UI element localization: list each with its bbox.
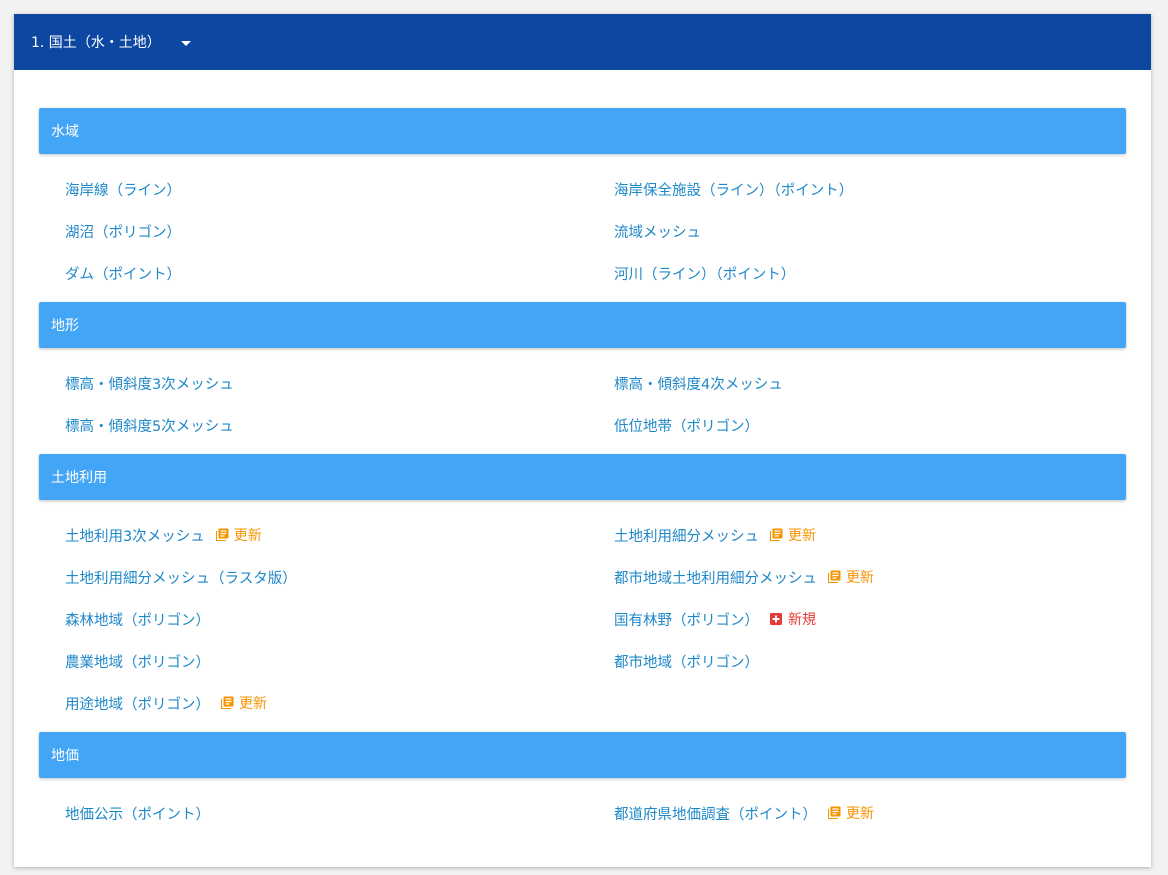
dataset-item: 都道府県地価調査（ポイント） 更新 xyxy=(614,792,1126,834)
dataset-item: 湖沼（ポリゴン） xyxy=(65,210,614,252)
update-badge: 更新 xyxy=(769,525,816,545)
dataset-link[interactable]: 流域メッシュ xyxy=(614,221,701,242)
plus-box-icon xyxy=(770,613,782,625)
dataset-item: 低位地帯（ポリゴン） xyxy=(614,404,1126,446)
category-dropdown[interactable]: 1. 国土（水・土地） xyxy=(14,14,1151,70)
dataset-item: 標高・傾斜度5次メッシュ xyxy=(65,404,614,446)
library-books-icon xyxy=(828,806,841,819)
caret-down-icon[interactable] xyxy=(180,40,191,46)
badge-label: 更新 xyxy=(846,806,874,822)
badge-label: 更新 xyxy=(846,570,874,586)
dataset-link[interactable]: 低位地帯（ポリゴン） xyxy=(614,415,759,436)
dataset-item: 海岸保全施設（ライン）（ポイント） xyxy=(614,168,1126,210)
dataset-item: 河川（ライン）（ポイント） xyxy=(614,252,1126,294)
dataset-item: 海岸線（ライン） xyxy=(65,168,614,210)
library-books-icon xyxy=(828,570,841,583)
dataset-link[interactable]: 用途地域（ポリゴン） xyxy=(65,693,210,714)
dataset-item: 国有林野（ポリゴン） 新規 xyxy=(614,598,1126,640)
dataset-link[interactable]: 海岸線（ライン） xyxy=(65,179,181,200)
dataset-link[interactable]: 湖沼（ポリゴン） xyxy=(65,221,181,242)
section-items: 地価公示（ポイント） 都道府県地価調査（ポイント） 更新 xyxy=(39,778,1126,842)
section-header: 地形 xyxy=(39,302,1126,348)
dataset-item: 都市地域（ポリゴン） xyxy=(614,640,1126,682)
section-title: 水域 xyxy=(51,124,79,140)
section-items: 標高・傾斜度3次メッシュ 標高・傾斜度4次メッシュ標高・傾斜度5次メッシュ 低位地帯… xyxy=(39,348,1126,454)
category-card: 1. 国土（水・土地） 水域海岸線（ライン） 海岸保全施設（ライン）（ポイント） 湖… xyxy=(14,14,1151,867)
dataset-item: 森林地域（ポリゴン） xyxy=(65,598,614,640)
category-title: 1. 国土（水・土地） xyxy=(31,35,161,51)
section-items: 海岸線（ライン） 海岸保全施設（ライン）（ポイント） 湖沼（ポリゴン） 流域メッシュダ… xyxy=(39,154,1126,302)
dataset-item: 都市地域土地利用細分メッシュ 更新 xyxy=(614,556,1126,598)
update-badge: 更新 xyxy=(215,525,262,545)
dataset-link[interactable]: 標高・傾斜度5次メッシュ xyxy=(65,415,234,436)
badge-label: 更新 xyxy=(233,528,262,544)
dataset-link[interactable]: 農業地域（ポリゴン） xyxy=(65,651,210,672)
dataset-link[interactable]: 土地利用細分メッシュ（ラスタ版） xyxy=(65,567,297,588)
dataset-link[interactable]: 標高・傾斜度4次メッシュ xyxy=(614,373,783,394)
dataset-item: 土地利用細分メッシュ 更新 xyxy=(614,514,1126,556)
section-header: 土地利用 xyxy=(39,454,1126,500)
dataset-link[interactable]: 標高・傾斜度3次メッシュ xyxy=(65,373,234,394)
dataset-link[interactable]: 河川（ライン）（ポイント） xyxy=(614,263,795,284)
section-title: 土地利用 xyxy=(51,470,107,486)
dataset-item: 標高・傾斜度4次メッシュ xyxy=(614,362,1126,404)
dataset-item: 用途地域（ポリゴン） 更新 xyxy=(65,682,614,724)
section-title: 地価 xyxy=(51,748,79,764)
dataset-link[interactable]: 都道府県地価調査（ポイント） xyxy=(614,803,817,824)
new-badge: 新規 xyxy=(769,609,816,629)
dataset-link[interactable]: 地価公示（ポイント） xyxy=(65,803,210,824)
section-items: 土地利用3次メッシュ 更新 土地利用細分メッシュ 更新 土地利用細分メッシュ（ラスタ版）… xyxy=(39,500,1126,732)
dataset-item: ダム（ポイント） xyxy=(65,252,614,294)
dataset-item: 流域メッシュ xyxy=(614,210,1126,252)
update-badge: 更新 xyxy=(827,567,874,587)
dataset-item: 農業地域（ポリゴン） xyxy=(65,640,614,682)
section-list: 水域海岸線（ライン） 海岸保全施設（ライン）（ポイント） 湖沼（ポリゴン） 流域メッシ… xyxy=(14,70,1151,842)
badge-label: 更新 xyxy=(239,696,267,712)
library-books-icon xyxy=(215,528,229,541)
dataset-link[interactable]: 国有林野（ポリゴン） xyxy=(614,609,759,630)
dataset-item: 土地利用3次メッシュ 更新 xyxy=(65,514,614,556)
dataset-link[interactable]: 土地利用細分メッシュ xyxy=(614,525,759,546)
section-header: 水域 xyxy=(39,108,1126,154)
dataset-link[interactable]: 森林地域（ポリゴン） xyxy=(65,609,210,630)
dataset-item: 地価公示（ポイント） xyxy=(65,792,614,834)
update-badge: 更新 xyxy=(220,693,267,713)
dataset-item: 土地利用細分メッシュ（ラスタ版） xyxy=(65,556,614,598)
section-header: 地価 xyxy=(39,732,1126,778)
dataset-link[interactable]: 土地利用3次メッシュ xyxy=(65,525,205,546)
badge-label: 更新 xyxy=(788,528,816,544)
dataset-link[interactable]: 都市地域土地利用細分メッシュ xyxy=(614,567,817,588)
dataset-link[interactable]: 海岸保全施設（ライン）（ポイント） xyxy=(614,179,853,200)
dataset-item: 標高・傾斜度3次メッシュ xyxy=(65,362,614,404)
library-books-icon xyxy=(221,696,234,709)
update-badge: 更新 xyxy=(827,803,874,823)
badge-label: 新規 xyxy=(788,612,816,628)
section-title: 地形 xyxy=(51,318,79,334)
dataset-link[interactable]: 都市地域（ポリゴン） xyxy=(614,651,759,672)
library-books-icon xyxy=(770,528,783,541)
dataset-link[interactable]: ダム（ポイント） xyxy=(65,263,181,284)
